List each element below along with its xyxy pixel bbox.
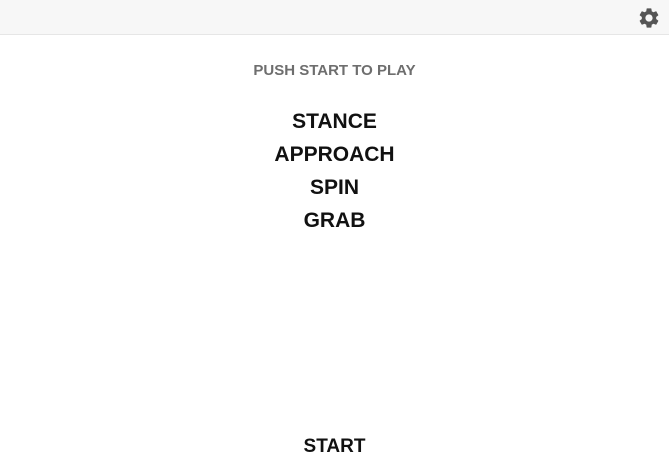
gear-icon-graphic	[639, 8, 659, 28]
gear-icon[interactable]	[637, 6, 661, 30]
push-start-prompt: PUSH START TO PLAY	[253, 62, 416, 79]
trick-spin: SPIN	[309, 176, 359, 199]
trick-grab: GRAB	[303, 209, 366, 232]
start-button[interactable]: START	[0, 434, 669, 460]
trick-list: STANCE APPROACH SPIN GRAB	[0, 105, 669, 237]
trick-stance: STANCE	[292, 110, 377, 133]
trick-approach: APPROACH	[274, 143, 395, 166]
game-screen: PUSH START TO PLAY STANCE APPROACH SPIN …	[0, 0, 669, 467]
top-bar	[0, 0, 669, 35]
